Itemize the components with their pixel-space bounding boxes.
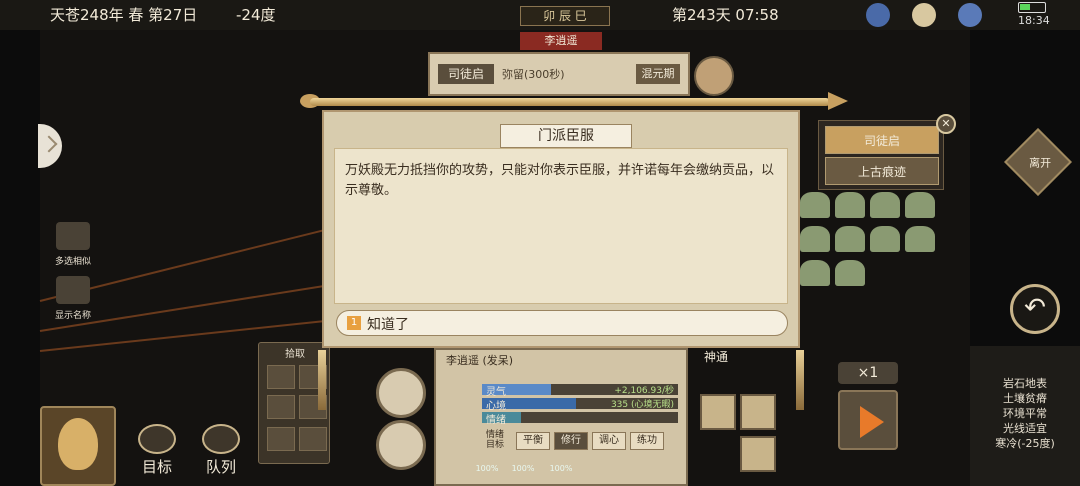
figure[interactable] bbox=[905, 226, 936, 252]
figure[interactable] bbox=[835, 260, 866, 286]
env-line: 环境平常 bbox=[1003, 407, 1047, 420]
speed-button[interactable]: ×1 bbox=[838, 362, 898, 384]
figure[interactable] bbox=[800, 260, 830, 286]
tassel bbox=[796, 350, 804, 410]
env-line: 寒冷(-25度) bbox=[995, 437, 1055, 450]
dialog-body-box: 万妖殿无力抵挡你的攻势，只能对你表示臣服，并许诺每年会缴纳贡品，以示尊敬。 bbox=[334, 148, 788, 304]
choice-number: 1 bbox=[347, 316, 361, 330]
rod-bar bbox=[310, 98, 830, 106]
xinjing-bar: 心境 335 (心境无暇) bbox=[482, 398, 678, 412]
play-button[interactable] bbox=[838, 390, 898, 450]
character-realm: 混元期 bbox=[636, 64, 680, 84]
environment-info: 岩石地表 土壤贫瘠 环境平常 光线适宜 寒冷(-25度) bbox=[970, 346, 1080, 486]
clock: 18:34 bbox=[1018, 14, 1050, 27]
status-panel: 李逍遥 (发呆) 灵气 +2,106.93/秒 心境 335 (心境无暇) 情绪… bbox=[434, 348, 688, 486]
queue-button[interactable]: 队列 bbox=[202, 424, 240, 477]
shentong-button[interactable]: 神通 bbox=[694, 348, 738, 382]
scroll-rod bbox=[300, 92, 852, 110]
character-name: 司徒启 bbox=[438, 64, 494, 84]
percent-label: 100% bbox=[475, 464, 499, 473]
skill-slot[interactable] bbox=[740, 394, 776, 430]
top-status-bar: 天苍248年 春 第27日 -24度 卯 辰 巳 第243天 07:58 18:… bbox=[0, 0, 1080, 30]
emotion-cultivate-button[interactable]: 修行 bbox=[554, 432, 588, 450]
item-slot[interactable] bbox=[299, 427, 327, 451]
item-slot[interactable] bbox=[267, 427, 295, 451]
figure[interactable] bbox=[835, 192, 866, 218]
people-icon bbox=[202, 424, 240, 454]
dialog-title: 门派臣服 bbox=[500, 124, 632, 148]
item-slot[interactable] bbox=[267, 395, 295, 419]
heal-button[interactable] bbox=[376, 368, 426, 418]
show-names-button[interactable]: 显示名称 bbox=[50, 276, 96, 321]
leave-button[interactable]: 离开 bbox=[1004, 128, 1072, 196]
env-line: 土壤贫瘠 bbox=[1003, 392, 1047, 405]
arrows-icon bbox=[56, 222, 90, 250]
close-icon[interactable]: ✕ bbox=[936, 114, 956, 134]
figure[interactable] bbox=[800, 192, 830, 218]
choice-button[interactable]: 1 知道了 bbox=[336, 310, 788, 336]
gourd-item[interactable] bbox=[40, 406, 116, 486]
item-slot[interactable] bbox=[267, 365, 295, 389]
temperature: -24度 bbox=[236, 6, 276, 24]
eye-icon bbox=[56, 276, 90, 304]
emotion-calm-button[interactable]: 调心 bbox=[592, 432, 626, 450]
figure[interactable] bbox=[905, 192, 936, 218]
rod-tip bbox=[828, 92, 848, 110]
emotion-train-button[interactable]: 练功 bbox=[630, 432, 664, 450]
figure[interactable] bbox=[870, 192, 901, 218]
menu-item-ancient-trace[interactable]: 上古痕迹 bbox=[825, 157, 939, 185]
figure[interactable] bbox=[870, 226, 901, 252]
season-badge: 卯 辰 巳 bbox=[520, 6, 610, 26]
percent-label: 100% bbox=[549, 464, 573, 473]
gear-icon[interactable] bbox=[958, 3, 982, 27]
figure[interactable] bbox=[835, 226, 866, 252]
choice-label: 知道了 bbox=[367, 317, 409, 333]
target-icon bbox=[138, 424, 176, 454]
palette-icon[interactable] bbox=[912, 3, 936, 27]
character-card: 司徒启 弥留(300秒) 混元期 bbox=[428, 52, 690, 96]
status-name: 李逍遥 (发呆) bbox=[446, 354, 514, 367]
figure[interactable] bbox=[800, 226, 830, 252]
emotion-goal-label: 情绪目标 bbox=[486, 430, 505, 450]
emotion-bar: 情绪 bbox=[482, 412, 678, 426]
skill-slot[interactable] bbox=[700, 394, 736, 430]
env-line: 岩石地表 bbox=[1003, 377, 1047, 390]
character-tab[interactable]: 李逍遥 bbox=[520, 32, 602, 50]
goal-button[interactable]: 目标 bbox=[138, 424, 176, 477]
disciple-figures bbox=[800, 190, 956, 286]
day-time: 第243天 07:58 bbox=[672, 6, 779, 24]
game-date: 天苍248年 春 第27日 bbox=[50, 6, 198, 24]
meditate-button[interactable] bbox=[376, 420, 426, 470]
character-status: 弥留(300秒) bbox=[502, 68, 565, 81]
context-menu: 司徒启 上古痕迹 bbox=[818, 120, 944, 190]
multi-select-button[interactable]: 多选相似 bbox=[50, 222, 96, 267]
event-dialog: 门派臣服 万妖殿无力抵挡你的攻势，只能对你表示臣服，并许诺每年会缴纳贡品，以示尊… bbox=[322, 110, 800, 348]
emotion-balance-button[interactable]: 平衡 bbox=[516, 432, 550, 450]
avatar[interactable] bbox=[694, 56, 734, 96]
lingqi-bar: 灵气 +2,106.93/秒 bbox=[482, 384, 678, 398]
percent-label: 100% bbox=[511, 464, 535, 473]
compass-icon[interactable] bbox=[866, 3, 890, 27]
tassel bbox=[318, 350, 326, 410]
menu-item-situqi[interactable]: 司徒启 bbox=[825, 126, 939, 154]
dialog-text: 万妖殿无力抵挡你的攻势，只能对你表示臣服，并许诺每年会缴纳贡品，以示尊敬。 bbox=[345, 163, 775, 198]
env-line: 光线适宜 bbox=[1003, 422, 1047, 435]
skill-slot[interactable] bbox=[740, 436, 776, 472]
battery-icon bbox=[1018, 2, 1046, 13]
back-button[interactable]: ↶ bbox=[1010, 284, 1060, 334]
